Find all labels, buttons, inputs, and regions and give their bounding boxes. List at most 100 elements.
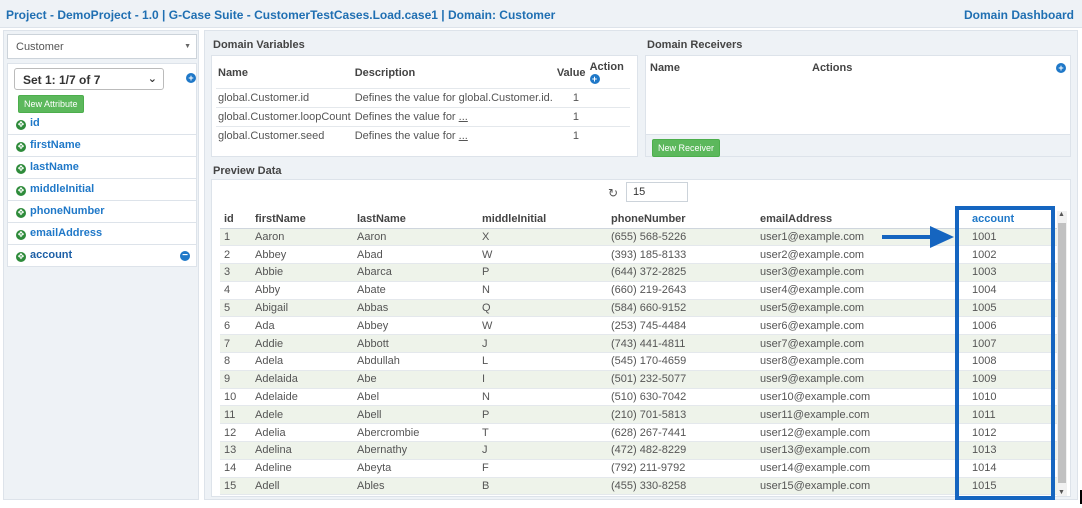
action-header-label: Action: [589, 61, 624, 73]
move-icon[interactable]: ✥: [16, 120, 26, 130]
attribute-list: ✥ id ✥ firstName ✥ lastName ✥ middleInitial ✥ pho…: [7, 113, 197, 267]
attribute-item[interactable]: ✥ id: [7, 113, 197, 135]
cell-emailAddress: user7@example.com: [756, 334, 968, 354]
domain-select[interactable]: Customer ▼: [7, 34, 197, 59]
set-select[interactable]: Set 1: 1/7 of 7 ⌄: [14, 68, 164, 90]
cell-firstName: Abbie: [251, 263, 353, 282]
variable-value[interactable]: 1: [554, 126, 630, 145]
cell-id: 13: [220, 441, 251, 460]
cell-firstName: Addie: [251, 334, 353, 354]
cell-firstName: Adelaide: [251, 388, 353, 407]
table-row: 13 Adelina Abernathy J (472) 482-8229 user13@…: [220, 441, 1058, 460]
cell-middleInitial: F: [478, 459, 607, 478]
table-row: 15 Adell Ables B (455) 330-8258 user15@exampl…: [220, 477, 1058, 496]
top-bar: Project - DemoProject - 1.0 | G-Case Sui…: [0, 0, 1082, 28]
move-icon[interactable]: ✥: [16, 208, 26, 218]
cell-emailAddress: user5@example.com: [756, 299, 968, 318]
refresh-icon[interactable]: ↻: [608, 186, 618, 200]
new-attribute-button[interactable]: New Attribute: [18, 95, 84, 113]
cell-phoneNumber: (660) 219-2643: [607, 281, 756, 300]
attribute-item[interactable]: ✥ lastName: [7, 157, 197, 179]
cell-phoneNumber: (253) 745-4484: [607, 316, 756, 336]
cell-emailAddress: user12@example.com: [756, 423, 968, 443]
remove-attribute-icon[interactable]: −: [180, 251, 190, 261]
new-receiver-button[interactable]: New Receiver: [652, 139, 721, 157]
cell-middleInitial: T: [478, 423, 607, 443]
cell-phoneNumber: (792) 211-9792: [607, 459, 756, 478]
main-panel: Domain Variables Name Description Value …: [204, 30, 1078, 500]
cell-emailAddress: user14@example.com: [756, 459, 968, 478]
cell-firstName: Abigail: [251, 299, 353, 318]
cell-account: 1007: [968, 334, 1058, 354]
cell-middleInitial: J: [478, 441, 607, 460]
cell-firstName: Abbey: [251, 245, 353, 265]
cell-account: 1003: [968, 263, 1058, 282]
cell-middleInitial: P: [478, 405, 607, 425]
add-receiver-icon[interactable]: +: [1056, 63, 1066, 73]
move-icon[interactable]: ✥: [16, 164, 26, 174]
more-link[interactable]: ...: [459, 130, 468, 142]
variable-value[interactable]: 1: [554, 107, 630, 127]
attribute-item[interactable]: ✥ middleInitial: [7, 179, 197, 201]
cell-lastName: Abell: [353, 405, 478, 425]
page-title: Project - DemoProject - 1.0 | G-Case Sui…: [6, 8, 556, 22]
cell-id: 2: [220, 245, 251, 265]
cell-middleInitial: X: [478, 228, 607, 247]
cell-lastName: Abeyta: [353, 459, 478, 478]
cell-lastName: Ables: [353, 477, 478, 496]
column-header: Value: [556, 67, 586, 79]
scroll-up-icon[interactable]: ▲: [1058, 211, 1065, 218]
description-text: Defines the value for: [354, 130, 459, 142]
cell-middleInitial: W: [478, 316, 607, 336]
cell-id: 11: [220, 405, 251, 425]
move-icon[interactable]: ✥: [16, 252, 26, 262]
cell-id: 3: [220, 263, 251, 282]
set-select-value: Set 1: 1/7 of 7: [23, 73, 101, 87]
variable-value[interactable]: 1: [554, 88, 630, 108]
domain-variables-title: Domain Variables: [213, 39, 305, 51]
variable-description: Defines the value for ...: [352, 126, 555, 145]
receivers-actions-header: Actions: [812, 62, 853, 74]
add-variable-icon[interactable]: +: [589, 74, 600, 84]
table-row: 3 Abbie Abarca P (644) 372-2825 user3@example…: [220, 263, 1058, 282]
cell-lastName: Aaron: [353, 228, 478, 247]
move-icon[interactable]: ✥: [16, 230, 26, 240]
cell-firstName: Adelaida: [251, 370, 353, 389]
more-link[interactable]: ...: [459, 111, 468, 123]
description-text: Defines the value for: [354, 111, 459, 123]
cell-phoneNumber: (545) 170-4659: [607, 352, 756, 371]
attribute-label: emailAddress: [30, 227, 103, 239]
cell-id: 15: [220, 477, 251, 496]
attribute-item[interactable]: ✥ account −: [7, 245, 197, 267]
variable-description: Defines the value for global.Customer.id…: [352, 88, 555, 108]
column-header: middleInitial: [478, 211, 607, 229]
domain-receivers-title: Domain Receivers: [647, 39, 743, 51]
cell-emailAddress: user8@example.com: [756, 352, 968, 371]
cell-firstName: Adelia: [251, 423, 353, 443]
cell-middleInitial: L: [478, 352, 607, 371]
preview-scrollbar[interactable]: ▲ ▼: [1057, 211, 1067, 496]
attribute-item[interactable]: ✥ phoneNumber: [7, 201, 197, 223]
table-header-row: Name Description Value Action +: [216, 58, 630, 89]
row-count-input[interactable]: 15: [626, 182, 688, 202]
scroll-down-icon[interactable]: ▼: [1058, 489, 1065, 496]
cell-middleInitial: N: [478, 281, 607, 300]
column-header: Action +: [588, 58, 630, 89]
cell-phoneNumber: (644) 372-2825: [607, 263, 756, 282]
cell-firstName: Abby: [251, 281, 353, 300]
cell-id: 9: [220, 370, 251, 389]
attribute-item[interactable]: ✥ emailAddress: [7, 223, 197, 245]
cell-id: 5: [220, 299, 251, 318]
cell-lastName: Abe: [353, 370, 478, 389]
preview-data-title: Preview Data: [213, 165, 282, 177]
move-icon[interactable]: ✥: [16, 186, 26, 196]
table-row: 10 Adelaide Abel N (510) 630-7042 user10@exam…: [220, 388, 1058, 407]
add-set-icon[interactable]: +: [186, 73, 196, 83]
domain-dashboard-link[interactable]: Domain Dashboard: [964, 8, 1074, 22]
cell-lastName: Abarca: [353, 263, 478, 282]
scrollbar-thumb[interactable]: [1058, 223, 1066, 483]
move-icon[interactable]: ✥: [16, 142, 26, 152]
attribute-item[interactable]: ✥ firstName: [7, 135, 197, 157]
cell-id: 8: [220, 352, 251, 371]
table-row: 6 Ada Abbey W (253) 745-4484 user6@example.co…: [220, 316, 1058, 336]
